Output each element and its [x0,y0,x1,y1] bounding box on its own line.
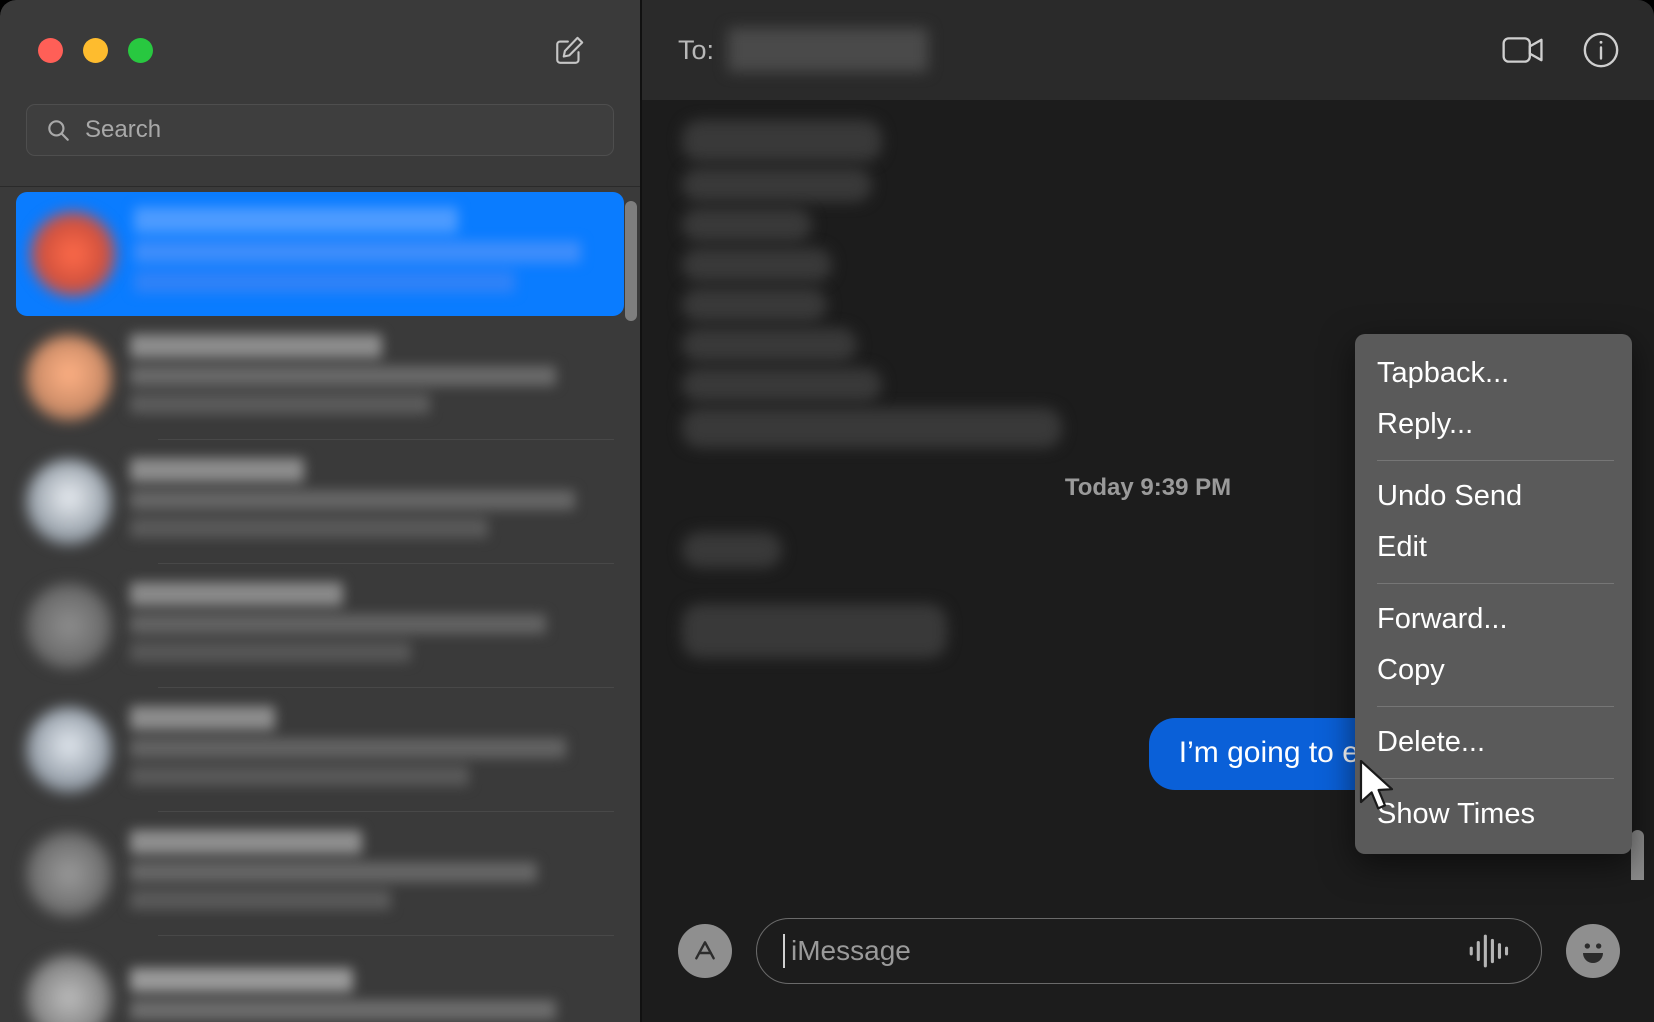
avatar [26,459,112,545]
to-label: To: [678,34,715,65]
conversation-item-selected[interactable] [16,192,624,316]
minimize-button[interactable] [83,38,108,63]
message-bubble-redacted [682,408,1062,448]
message-bubble-redacted [682,168,872,202]
menu-item-edit[interactable]: Edit [1355,522,1632,573]
compose-icon[interactable] [550,30,590,70]
window-controls [38,38,153,63]
text-caret [783,934,785,968]
close-button[interactable] [38,38,63,63]
message-bubble-redacted [682,604,947,658]
conversation-text [130,582,614,670]
compose-bar [642,880,1654,1022]
header-actions [1502,31,1620,69]
message-bubble-redacted [682,532,782,568]
chat-header: To: [642,0,1654,100]
message-bubble-redacted [682,248,832,282]
sidebar-scrollbar[interactable] [625,201,637,321]
conversation-item[interactable] [12,812,628,936]
menu-separator [1377,460,1614,461]
menu-separator [1377,706,1614,707]
avatar [26,831,112,917]
zoom-button[interactable] [128,38,153,63]
conversation-text [130,830,614,918]
imessage-input[interactable] [791,935,1467,967]
conversation-text [130,706,614,794]
messages-app: To: [0,0,1654,1022]
audio-waveform-icon[interactable] [1467,931,1515,971]
avatar [26,335,112,421]
avatar [26,707,112,793]
avatar [30,211,116,297]
imessage-field[interactable] [756,918,1542,984]
smiley-face-icon[interactable] [1566,924,1620,978]
chat-scrollbar[interactable] [1631,830,1644,880]
message-row[interactable] [682,120,1614,162]
app-store-icon[interactable] [678,924,732,978]
conversation-item[interactable] [12,316,628,440]
menu-item-delete[interactable]: Delete... [1355,717,1632,768]
info-circle-icon[interactable] [1582,31,1620,69]
conversation-text [130,968,614,1022]
search-icon [45,117,71,143]
menu-separator [1377,583,1614,584]
conversation-text [130,334,614,422]
conversation-list[interactable] [0,187,640,1022]
message-context-menu[interactable]: Tapback... Reply... Undo Send Edit Forwa… [1355,334,1632,854]
conversation-item[interactable] [12,688,628,812]
menu-item-undo-send[interactable]: Undo Send [1355,471,1632,522]
search-container [0,104,640,182]
sidebar-toolbar [0,0,640,104]
avatar [26,583,112,669]
message-bubble-redacted [682,208,812,242]
menu-item-tapback[interactable]: Tapback... [1355,348,1632,399]
message-bubble-redacted [682,288,827,322]
menu-item-reply[interactable]: Reply... [1355,399,1632,450]
menu-item-copy[interactable]: Copy [1355,645,1632,696]
menu-item-forward[interactable]: Forward... [1355,594,1632,645]
message-bubble-redacted [682,120,882,162]
search-box[interactable] [26,104,614,156]
message-bubble-redacted [682,328,857,362]
message-row[interactable] [682,248,1614,282]
conversation-text [130,458,614,546]
message-bubble-redacted [682,368,882,402]
recipient-field[interactable] [728,28,929,72]
search-input[interactable] [85,116,613,144]
conversation-item[interactable] [12,564,628,688]
message-row[interactable] [682,168,1614,202]
avatar [26,955,112,1022]
conversation-item[interactable] [12,936,628,1022]
menu-item-show-times[interactable]: Show Times [1355,789,1632,840]
conversation-item[interactable] [12,440,628,564]
conversation-sidebar [0,0,640,1022]
message-row[interactable] [682,208,1614,242]
menu-separator [1377,778,1614,779]
conversation-text [134,207,610,301]
video-camera-icon[interactable] [1502,34,1546,66]
message-row[interactable] [682,288,1614,322]
